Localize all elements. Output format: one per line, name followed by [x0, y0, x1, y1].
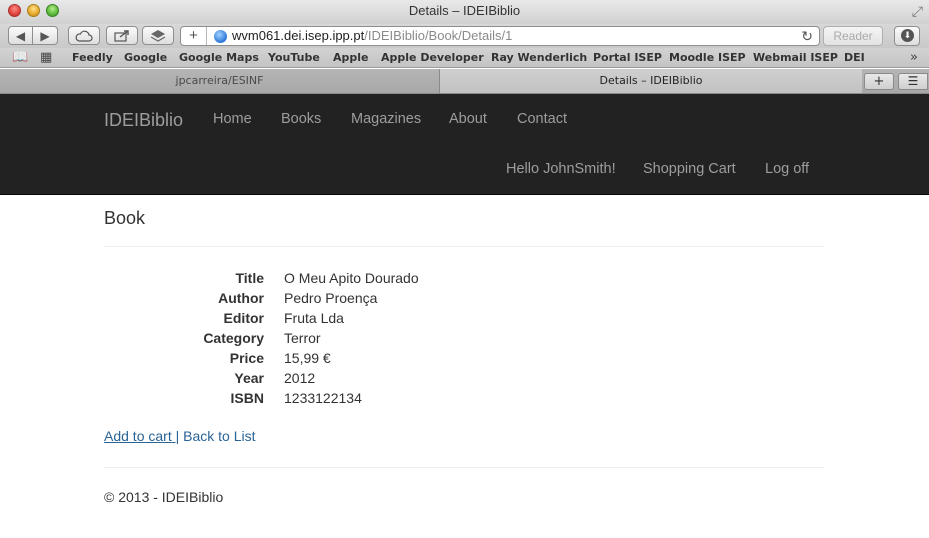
detail-row-price: Price 15,99 € [104, 348, 824, 368]
tab-overview-icon[interactable]: ☰ [898, 73, 928, 90]
icloud-tabs-button[interactable] [68, 26, 100, 45]
detail-row-title: Title O Meu Apito Dourado [104, 268, 824, 288]
separator-glyph: | [175, 428, 180, 444]
open-book-icon[interactable]: 📖 [12, 48, 28, 68]
log-off-link[interactable]: Log off [765, 161, 809, 177]
url-text[interactable]: wvm061.dei.isep.ipp.pt/IDEIBiblio/Book/D… [232, 27, 512, 45]
detail-row-category: Category Terror [104, 328, 824, 348]
book-details-list: Title O Meu Apito Dourado Author Pedro P… [104, 268, 824, 408]
footer-copyright: © 2013 - IDEIBiblio [104, 489, 224, 505]
detail-value: Pedro Proença [284, 290, 378, 306]
detail-row-editor: Editor Fruta Lda [104, 308, 824, 328]
reading-list-button[interactable] [142, 26, 174, 45]
fullscreen-icon[interactable]: ⤢ [912, 2, 923, 20]
brand-link[interactable]: IDEIBiblio [104, 110, 183, 131]
nav-home-link[interactable]: Home [213, 111, 252, 127]
more-bookmarks-chevron-icon[interactable]: » [910, 48, 918, 68]
address-bar[interactable]: + wvm061.dei.isep.ipp.pt/IDEIBiblio/Book… [180, 26, 820, 46]
bookmarks-bar: 📖 ▦ Feedly Google Google Maps YouTube Ap… [0, 48, 929, 68]
bookmark-item[interactable]: Portal ISEP [593, 48, 662, 68]
detail-row-isbn: ISBN 1233122134 [104, 388, 824, 408]
bookmark-item[interactable]: Moodle ISEP [669, 48, 746, 68]
detail-value: 2012 [284, 370, 316, 386]
bookmark-item[interactable]: Webmail ISEP [753, 48, 838, 68]
bookmark-item[interactable]: Ray Wenderlich [491, 48, 587, 68]
bookmark-item[interactable]: Feedly [72, 48, 113, 68]
tab-bar: jpcarreira/ESINF Details – IDEIBiblio + … [0, 69, 929, 94]
actions-bar: Add to cart | Back to List [104, 428, 256, 444]
share-button[interactable] [106, 26, 138, 45]
nav-magazines-link[interactable]: Magazines [351, 111, 421, 127]
globe-icon [214, 30, 227, 43]
back-to-list-link[interactable]: Back to List [183, 428, 255, 444]
url-path: /IDEIBiblio/Book/Details/1 [364, 28, 513, 43]
detail-label: Category [203, 330, 264, 346]
url-host: wvm061.dei.isep.ipp.pt [232, 28, 365, 43]
nav-contact-link[interactable]: Contact [517, 111, 567, 127]
window-title: Details – IDEIBiblio [408, 3, 521, 18]
site-navbar: IDEIBiblio Home Books Magazines About Co… [0, 94, 929, 195]
page-title: Book [104, 208, 146, 228]
forward-arrow-icon: ▶ [40, 28, 50, 43]
tab-active[interactable]: Details – IDEIBiblio [440, 69, 862, 93]
detail-label: Year [234, 370, 264, 386]
detail-value: Terror [284, 330, 321, 346]
back-arrow-icon: ◀ [15, 28, 26, 43]
nav-about-link[interactable]: About [449, 111, 487, 127]
detail-value: O Meu Apito Dourado [284, 270, 419, 286]
detail-value: 1233122134 [284, 390, 362, 406]
back-button[interactable]: ◀ [8, 26, 33, 45]
bookmark-item[interactable]: Apple Developer [381, 48, 484, 68]
new-tab-plus-icon[interactable]: + [864, 73, 894, 90]
add-to-cart-link[interactable]: Add to cart [104, 428, 172, 444]
layers-icon [150, 30, 166, 42]
reader-button[interactable]: Reader [823, 26, 883, 46]
detail-label: ISBN [230, 390, 264, 406]
nav-books-link[interactable]: Books [281, 111, 321, 127]
detail-label: Title [235, 270, 264, 286]
top-sites-grid-icon[interactable]: ▦ [40, 48, 52, 68]
tab-inactive[interactable]: jpcarreira/ESINF [0, 69, 440, 93]
add-bookmark-icon[interactable]: + [181, 27, 207, 45]
divider [104, 246, 824, 247]
browser-toolbar: ◀ ▶ + wvm061.dei.isep.ipp.pt/IDEIBiblio/… [0, 24, 929, 48]
bookmark-item[interactable]: DEI [844, 48, 865, 68]
bookmark-item[interactable]: Apple [333, 48, 369, 68]
link-separator: | [172, 428, 180, 444]
detail-row-author: Author Pedro Proença [104, 288, 824, 308]
bookmark-item[interactable]: Google [124, 48, 167, 68]
divider [104, 467, 824, 468]
window-titlebar: Details – IDEIBiblio ⤢ [0, 0, 929, 24]
detail-label: Author [218, 290, 264, 306]
bookmark-item[interactable]: YouTube [268, 48, 320, 68]
detail-label: Price [229, 350, 264, 366]
downloads-button[interactable]: ⬇ [894, 26, 920, 46]
detail-value: Fruta Lda [284, 310, 344, 326]
user-greeting-link[interactable]: Hello JohnSmith! [506, 161, 616, 177]
shopping-cart-link[interactable]: Shopping Cart [643, 161, 736, 177]
download-arrow-icon: ⬇ [901, 29, 914, 42]
reload-icon[interactable]: ↻ [801, 27, 813, 45]
cloud-icon [75, 30, 93, 42]
forward-button[interactable]: ▶ [33, 26, 58, 45]
bookmark-item[interactable]: Google Maps [179, 48, 259, 68]
detail-row-year: Year 2012 [104, 368, 824, 388]
detail-value: 15,99 € [284, 350, 331, 366]
share-icon [114, 30, 129, 42]
detail-label: Editor [223, 310, 264, 326]
